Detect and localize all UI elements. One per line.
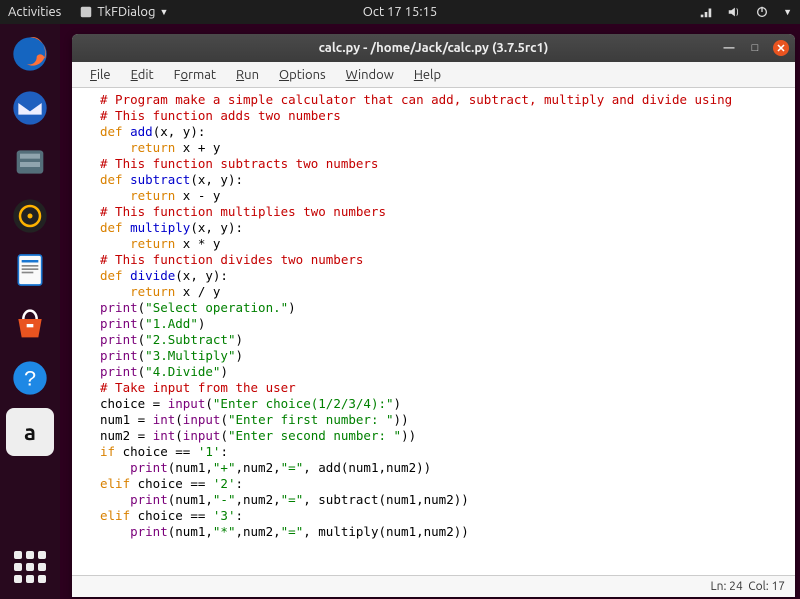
- code-line[interactable]: print(num1,"-",num2,"=", subtract(num1,n…: [100, 492, 795, 508]
- code-line[interactable]: # This function subtracts two numbers: [100, 156, 795, 172]
- menubar: File Edit Format Run Options Window Help: [72, 62, 795, 88]
- code-line[interactable]: def add(x, y):: [100, 124, 795, 140]
- status-col: Col: 17: [748, 580, 785, 593]
- dock-writer[interactable]: [6, 246, 54, 294]
- menu-options[interactable]: Options: [271, 66, 334, 84]
- menu-run[interactable]: Run: [228, 66, 267, 84]
- code-line[interactable]: print("Select operation."): [100, 300, 795, 316]
- code-line[interactable]: print("2.Subtract"): [100, 332, 795, 348]
- code-line[interactable]: # Program make a simple calculator that …: [100, 92, 795, 108]
- code-line[interactable]: def multiply(x, y):: [100, 220, 795, 236]
- menu-file[interactable]: File: [82, 66, 119, 84]
- code-line[interactable]: print("4.Divide"): [100, 364, 795, 380]
- menu-format[interactable]: Format: [166, 66, 224, 84]
- gnome-topbar: Activities TkFDialog ▼ Oct 17 15:15 ▼: [0, 0, 800, 24]
- dock-firefox[interactable]: [6, 30, 54, 78]
- code-line[interactable]: if choice == '1':: [100, 444, 795, 460]
- menu-help[interactable]: Help: [406, 66, 449, 84]
- idle-window: calc.py - /home/Jack/calc.py (3.7.5rc1) …: [72, 34, 795, 597]
- code-line[interactable]: choice = input("Enter choice(1/2/3/4):"): [100, 396, 795, 412]
- ubuntu-dock: ? a: [0, 24, 60, 599]
- window-titlebar[interactable]: calc.py - /home/Jack/calc.py (3.7.5rc1) …: [72, 34, 795, 62]
- code-line[interactable]: num1 = int(input("Enter first number: ")…: [100, 412, 795, 428]
- code-line[interactable]: print("1.Add"): [100, 316, 795, 332]
- clock[interactable]: Oct 17 15:15: [363, 5, 437, 19]
- code-line[interactable]: # Take input from the user: [100, 380, 795, 396]
- code-line[interactable]: num2 = int(input("Enter second number: "…: [100, 428, 795, 444]
- code-line[interactable]: def subtract(x, y):: [100, 172, 795, 188]
- network-icon: [699, 5, 713, 19]
- chevron-down-icon: ▼: [783, 7, 792, 17]
- code-line[interactable]: return x / y: [100, 284, 795, 300]
- power-icon: [755, 5, 769, 19]
- dock-amazon[interactable]: a: [6, 408, 54, 456]
- code-line[interactable]: print("3.Multiply"): [100, 348, 795, 364]
- menu-edit[interactable]: Edit: [123, 66, 162, 84]
- chevron-down-icon: ▼: [159, 7, 168, 17]
- close-button[interactable]: ✕: [773, 40, 789, 56]
- menu-window[interactable]: Window: [338, 66, 402, 84]
- code-line[interactable]: # This function divides two numbers: [100, 252, 795, 268]
- dock-help[interactable]: ?: [6, 354, 54, 402]
- dock-thunderbird[interactable]: [6, 84, 54, 132]
- dock-software[interactable]: [6, 300, 54, 348]
- code-line[interactable]: print(num1,"*",num2,"=", multiply(num1,n…: [100, 524, 795, 540]
- system-tray[interactable]: ▼: [699, 5, 792, 19]
- status-line: Ln: 24: [711, 580, 743, 593]
- code-line[interactable]: elif choice == '3':: [100, 508, 795, 524]
- activities-button[interactable]: Activities: [8, 5, 61, 19]
- code-line[interactable]: # This function multiplies two numbers: [100, 204, 795, 220]
- dock-rhythmbox[interactable]: [6, 192, 54, 240]
- statusbar: Ln: 24 Col: 17: [72, 575, 795, 597]
- python-icon: [79, 5, 93, 19]
- app-indicator[interactable]: TkFDialog ▼: [79, 5, 168, 19]
- code-line[interactable]: print(num1,"+",num2,"=", add(num1,num2)): [100, 460, 795, 476]
- code-line[interactable]: return x - y: [100, 188, 795, 204]
- maximize-button[interactable]: □: [747, 40, 763, 56]
- editor[interactable]: # Program make a simple calculator that …: [72, 88, 795, 575]
- code-line[interactable]: return x * y: [100, 236, 795, 252]
- svg-text:?: ?: [24, 366, 36, 391]
- volume-icon: [727, 5, 741, 19]
- app-indicator-label: TkFDialog: [97, 5, 155, 19]
- code-line[interactable]: elif choice == '2':: [100, 476, 795, 492]
- dock-files[interactable]: [6, 138, 54, 186]
- code-line[interactable]: return x + y: [100, 140, 795, 156]
- window-title: calc.py - /home/Jack/calc.py (3.7.5rc1): [319, 41, 549, 55]
- code-line[interactable]: # This function adds two numbers: [100, 108, 795, 124]
- minimize-button[interactable]: —: [721, 40, 737, 56]
- code-line[interactable]: def divide(x, y):: [100, 268, 795, 284]
- show-applications[interactable]: [6, 543, 54, 591]
